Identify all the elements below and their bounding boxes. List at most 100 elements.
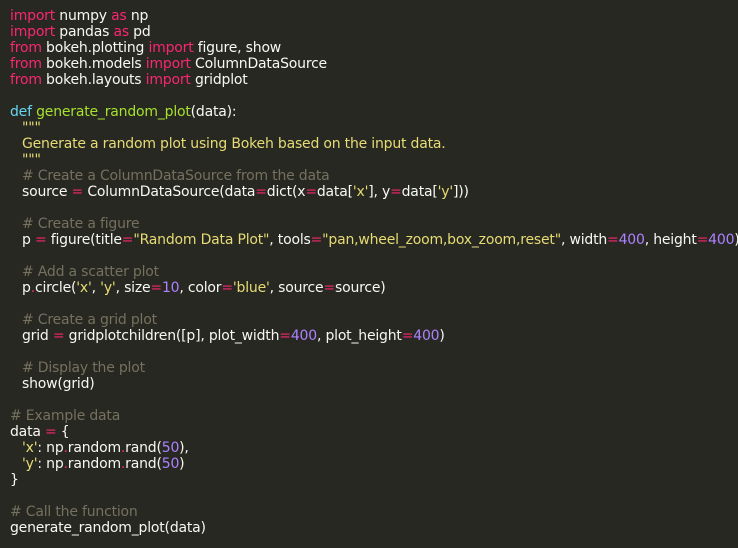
code-token: import (10, 24, 56, 40)
code-line: import pandas as pd (10, 24, 738, 40)
code-line: ​ (10, 488, 738, 504)
code-token: 'x' (22, 440, 38, 456)
code-token: Generate a random plot using Bokeh based… (22, 136, 446, 152)
code-token: import (148, 40, 194, 56)
code-token: bokeh.models (41, 56, 146, 72)
code-token: , tools (269, 232, 311, 248)
code-token: = (696, 232, 709, 248)
code-line: show(grid) (10, 376, 738, 392)
code-token: show(grid) (22, 376, 95, 392)
code-token: data (10, 424, 45, 440)
code-token: , size (115, 280, 151, 296)
code-token: = (121, 232, 134, 248)
code-line: p = figure(title="Random Data Plot", too… (10, 232, 738, 248)
code-line: # Example data (10, 408, 738, 424)
code-token: , height (644, 232, 697, 248)
code-token: def (10, 104, 32, 120)
code-token: 'y' (22, 456, 38, 472)
code-line: def generate_random_plot(data): (10, 104, 738, 120)
code-token: : np (37, 456, 64, 472)
code-line: # Create a ColumnDataSource from the dat… (10, 168, 738, 184)
code-token: ) (179, 456, 185, 472)
code-token: np (126, 8, 149, 24)
code-line: p.circle('x', 'y', size=10, color='blue'… (10, 280, 738, 296)
code-token: "pan,wheel_zoom,box_zoom,reset" (322, 232, 561, 248)
code-line: ​ (10, 200, 738, 216)
code-token: bokeh.layouts (41, 72, 146, 88)
code-token: random (67, 440, 121, 456)
code-token: grid (22, 328, 53, 344)
code-token: , color (179, 280, 222, 296)
code-token: "Random Data Plot" (133, 232, 270, 248)
code-line: from bokeh.plotting import figure, show (10, 40, 738, 56)
code-token: 'y' (437, 184, 454, 200)
code-token: rand( (125, 456, 162, 472)
code-line: ​ (10, 344, 738, 360)
code-line: # Add a scatter plot (10, 264, 738, 280)
code-line: from bokeh.models import ColumnDataSourc… (10, 56, 738, 72)
code-token: figure, show (193, 40, 282, 56)
code-token: """ (22, 120, 41, 136)
code-token: from (10, 40, 42, 56)
code-token: = (323, 280, 335, 296)
code-line: source = ColumnDataSource(data=dict(x=da… (10, 184, 738, 200)
code-token: 'y' (100, 280, 116, 296)
code-token: ) (439, 328, 445, 344)
code-line: grid = gridplotchildren([p], plot_width=… (10, 328, 738, 344)
code-token: # Create a figure (22, 216, 140, 232)
code-token: = (150, 280, 162, 296)
code-line: from bokeh.layouts import gridplot (10, 72, 738, 88)
code-token: circle( (34, 280, 77, 296)
code-token: = (401, 328, 414, 344)
code-token: = (607, 232, 619, 248)
code-token: 'blue' (232, 280, 270, 296)
code-token: 400 (708, 232, 735, 248)
code-token: 50 (161, 440, 180, 456)
code-line: ​ (10, 296, 738, 312)
code-token: = (221, 280, 233, 296)
code-token: p (22, 280, 31, 296)
code-token: , source (269, 280, 324, 296)
code-token: rand( (125, 440, 162, 456)
code-token: pandas (55, 24, 114, 40)
code-token: ])) (453, 184, 469, 200)
code-token: = (255, 184, 267, 200)
code-token: # Example data (10, 408, 121, 424)
code-token: numpy (55, 8, 112, 24)
code-editor[interactable]: import numpy as np import pandas as pd fro… (0, 0, 738, 548)
code-token: generate_random_plot (36, 104, 191, 120)
code-line: """ (10, 152, 738, 168)
code-token: ColumnDataSource(data (83, 184, 256, 200)
code-token: ) (734, 232, 738, 248)
code-line: # Call the function (10, 504, 738, 520)
code-line: ​ (10, 392, 738, 408)
code-token: = (279, 328, 291, 344)
code-token: ColumnDataSource (190, 56, 327, 72)
code-token: 10 (161, 280, 180, 296)
code-token: gridplot (190, 72, 248, 88)
code-token: # Create a ColumnDataSource from the dat… (22, 168, 330, 184)
code-line: ​ (10, 88, 738, 104)
code-token: data[ (401, 184, 438, 200)
code-line: # Display the plot (10, 360, 738, 376)
code-line: } (10, 472, 738, 488)
code-token: random (67, 456, 121, 472)
code-token: 'x' (76, 280, 92, 296)
code-token: { (56, 424, 70, 440)
code-line: data = { (10, 424, 738, 440)
code-token: source) (334, 280, 386, 296)
code-token: ], y (368, 184, 391, 200)
code-token: import (145, 56, 191, 72)
code-token: # Create a grid plot (22, 312, 157, 328)
code-line: # Create a grid plot (10, 312, 738, 328)
code-token: 50 (161, 456, 180, 472)
code-token: } (10, 472, 19, 488)
code-line: 'y': np.random.rand(50) (10, 456, 738, 472)
code-token: , plot_height (316, 328, 402, 344)
code-token: from (10, 56, 42, 72)
code-token: 'x' (352, 184, 369, 200)
code-token: = (305, 184, 317, 200)
code-token: = (390, 184, 402, 200)
code-token: import (10, 8, 56, 24)
code-line: # Create a figure (10, 216, 738, 232)
